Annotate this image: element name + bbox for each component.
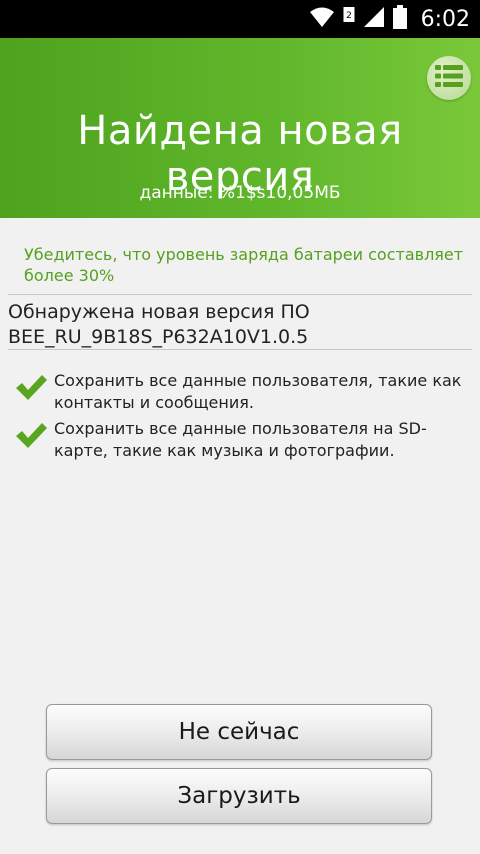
update-found-text: Обнаружена новая версия ПО <box>8 301 310 323</box>
version-name: BEE_RU_9B18S_P632A10V1.0.5 <box>8 326 309 348</box>
sim-icon: 2 <box>343 6 355 32</box>
wifi-icon <box>309 6 335 32</box>
checkmark-icon <box>14 372 48 402</box>
checklist-text: Сохранить все данные пользователя, такие… <box>54 371 462 412</box>
list-menu-button[interactable] <box>427 56 471 100</box>
not-now-button[interactable]: Не сейчас <box>46 704 432 760</box>
list-item: Сохранить все данные пользователя на SD-… <box>14 418 474 462</box>
status-icons: 2 6:02 <box>309 0 470 38</box>
list-menu-icon <box>435 64 463 92</box>
battery-warning: Убедитесь, что уровень заряда батареи со… <box>24 245 464 285</box>
checkmark-icon <box>14 420 48 450</box>
status-time: 6:02 <box>420 6 470 32</box>
divider <box>8 294 472 295</box>
svg-text:2: 2 <box>346 11 352 21</box>
signal-icon <box>363 6 385 32</box>
divider <box>8 349 472 350</box>
status-bar: 2 6:02 <box>0 0 480 38</box>
header-banner: Найдена новая версия данные: %1$s10,05МБ <box>0 38 480 218</box>
backup-checklist: Сохранить все данные пользователя, такие… <box>14 370 474 466</box>
download-size: данные: %1$s10,05МБ <box>139 183 341 203</box>
checklist-text: Сохранить все данные пользователя на SD-… <box>54 419 427 460</box>
list-item: Сохранить все данные пользователя, такие… <box>14 370 474 414</box>
download-button[interactable]: Загрузить <box>46 768 432 824</box>
battery-icon <box>392 5 407 33</box>
update-info: Обнаружена новая версия ПО BEE_RU_9B18S_… <box>8 300 472 350</box>
